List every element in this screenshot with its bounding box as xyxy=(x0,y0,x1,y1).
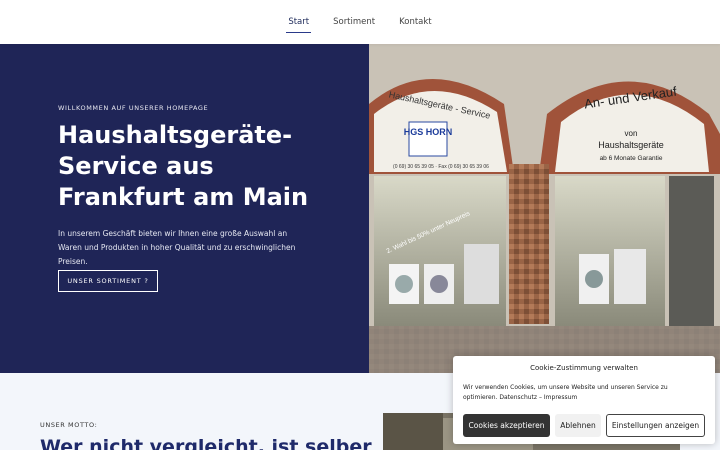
store-front-photo: HGS HORN Haushaltsgeräte - Service (0 69… xyxy=(369,44,720,373)
cookie-settings-button[interactable]: Einstellungen anzeigen xyxy=(606,414,705,437)
cookie-text: Wir verwenden Cookies, um unsere Website… xyxy=(463,383,703,403)
deny-cookies-button[interactable]: Ablehnen xyxy=(555,414,601,437)
right-arch-line4: ab 6 Monate Garantie xyxy=(600,155,663,162)
store-sign-text: HGS HORN xyxy=(404,127,453,137)
main-nav: Start Sortiment Kontakt xyxy=(0,0,720,44)
motto-title: Wer nicht vergleicht, ist selber xyxy=(40,436,372,450)
right-arch-line3: Haushaltsgeräte xyxy=(598,140,664,150)
hero-text: In unserem Geschäft bieten wir Ihnen ein… xyxy=(58,229,296,266)
hero-title: Haushaltsgeräte-Service aus Frankfurt am… xyxy=(58,121,309,211)
cookie-buttons: Cookies akzeptieren Ablehnen Einstellung… xyxy=(463,414,705,437)
hero-eyebrow: WILLKOMMEN AUF UNSERER HOMEPAGE xyxy=(58,104,209,112)
sortiment-button[interactable]: UNSER SORTIMENT ? xyxy=(58,270,158,292)
cookie-consent-dialog: Cookie-Zustimmung verwalten Wir verwende… xyxy=(453,356,715,444)
nav-item-kontakt[interactable]: Kontakt xyxy=(397,11,434,33)
motto-label: UNSER MOTTO: xyxy=(40,421,98,429)
right-arch-line2: von xyxy=(625,129,638,138)
phone-text: (0 69) 30 65 39 05 · Fax (0 69) 30 65 39… xyxy=(393,164,489,170)
imprint-link[interactable]: Impressum xyxy=(544,394,577,401)
cookie-title: Cookie-Zustimmung verwalten xyxy=(530,364,638,372)
privacy-link[interactable]: Datenschutz xyxy=(499,394,537,401)
nav-item-sortiment[interactable]: Sortiment xyxy=(331,11,377,33)
link-separator: – xyxy=(538,394,542,401)
nav-item-start[interactable]: Start xyxy=(286,11,311,33)
accept-cookies-button[interactable]: Cookies akzeptieren xyxy=(463,414,550,437)
